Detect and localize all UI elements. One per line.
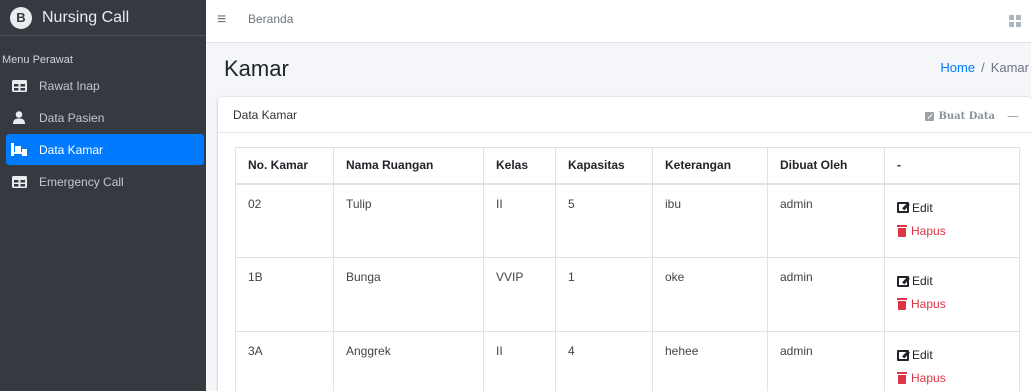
cell-dibuat-oleh: admin bbox=[767, 257, 885, 332]
card-header: Data Kamar Buat Data — bbox=[218, 97, 1031, 133]
create-data-button[interactable]: Buat Data bbox=[925, 111, 995, 122]
cell-kelas: II bbox=[483, 331, 556, 391]
column-header-no-kamar: No. Kamar bbox=[235, 147, 334, 185]
breadcrumb: Home / Kamar bbox=[940, 60, 1029, 75]
sidebar-item-label: Emergency Call bbox=[39, 174, 124, 189]
cell-keterangan: hehee bbox=[652, 331, 768, 391]
nav-link-beranda[interactable]: Beranda bbox=[248, 12, 293, 26]
breadcrumb-separator: / bbox=[981, 60, 985, 75]
trash-icon bbox=[897, 298, 907, 310]
table-row: 3A Anggrek II 4 hehee admin Edit Hapus bbox=[235, 331, 1020, 391]
edit-button[interactable]: Edit bbox=[897, 271, 1007, 291]
breadcrumb-current: Kamar bbox=[990, 60, 1029, 75]
data-kamar-card: Data Kamar Buat Data — No. Kamar Nama Ru… bbox=[218, 97, 1031, 391]
cell-nama-ruangan: Bunga bbox=[333, 257, 484, 332]
card-tools: Buat Data — bbox=[925, 109, 1019, 123]
column-header-dibuat-oleh: Dibuat Oleh bbox=[767, 147, 885, 185]
hamburger-icon[interactable]: ≡ bbox=[217, 11, 226, 29]
top-navbar: ≡ Beranda bbox=[206, 0, 1031, 43]
edit-icon bbox=[897, 275, 909, 287]
sidebar-item-emergency-call[interactable]: Emergency Call bbox=[6, 166, 204, 197]
trash-icon bbox=[897, 224, 907, 237]
cell-kelas: II bbox=[483, 183, 556, 258]
edit-button[interactable]: Edit bbox=[897, 345, 1007, 365]
brand-logo-icon: B bbox=[10, 6, 32, 29]
edit-label: Edit bbox=[912, 274, 933, 288]
cell-kapasitas: 5 bbox=[555, 183, 653, 258]
sidebar-item-data-pasien[interactable]: Data Pasien bbox=[6, 102, 204, 133]
cell-no-kamar: 1B bbox=[235, 257, 334, 332]
user-icon bbox=[11, 111, 27, 125]
edit-label: Edit bbox=[912, 200, 933, 215]
edit-label: Edit bbox=[912, 348, 933, 362]
column-header-kelas: Kelas bbox=[483, 147, 556, 185]
trash-icon bbox=[897, 372, 907, 384]
card-title: Data Kamar bbox=[233, 108, 298, 122]
column-header-nama-ruangan: Nama Ruangan bbox=[333, 147, 484, 185]
cell-nama-ruangan: Tulip bbox=[333, 183, 484, 258]
table-row: 1B Bunga VVIP 1 oke admin Edit Hapus bbox=[235, 257, 1020, 332]
cell-dibuat-oleh: admin bbox=[767, 331, 885, 391]
sidebar-item-data-kamar[interactable]: Data Kamar bbox=[6, 134, 204, 165]
grid-icon[interactable] bbox=[1009, 15, 1021, 27]
page-title: Kamar bbox=[224, 56, 289, 81]
delete-label: Hapus bbox=[911, 371, 946, 385]
table-header-row: No. Kamar Nama Ruangan Kelas Kapasitas K… bbox=[235, 147, 1020, 185]
cell-actions: Edit Hapus bbox=[884, 257, 1020, 332]
cell-keterangan: ibu bbox=[652, 183, 768, 258]
edit-square-icon bbox=[925, 111, 935, 121]
table-icon bbox=[11, 175, 27, 189]
cell-kapasitas: 1 bbox=[555, 257, 653, 332]
cell-actions: Edit Hapus bbox=[884, 331, 1020, 391]
collapse-button[interactable]: — bbox=[1007, 109, 1019, 123]
kamar-table: No. Kamar Nama Ruangan Kelas Kapasitas K… bbox=[235, 147, 1020, 391]
cell-nama-ruangan: Anggrek bbox=[333, 331, 484, 391]
brand-name: Nursing Call bbox=[42, 8, 130, 26]
column-header-actions: - bbox=[884, 147, 1020, 185]
edit-icon bbox=[897, 349, 909, 361]
cell-no-kamar: 3A bbox=[235, 331, 334, 391]
column-header-kapasitas: Kapasitas bbox=[555, 147, 653, 185]
sidebar-item-label: Data Kamar bbox=[39, 142, 104, 157]
sidebar-item-label: Data Pasien bbox=[39, 110, 105, 125]
column-header-keterangan: Keterangan bbox=[652, 147, 768, 185]
sidebar-item-label: Rawat Inap bbox=[39, 78, 100, 93]
table-row: 02 Tulip II 5 ibu admin Edit Hapus bbox=[235, 183, 1020, 258]
delete-button[interactable]: Hapus bbox=[897, 221, 1007, 241]
breadcrumb-home-link[interactable]: Home bbox=[940, 60, 975, 75]
edit-icon bbox=[897, 202, 909, 213]
brand-link[interactable]: B Nursing Call bbox=[0, 0, 206, 36]
cell-kelas: VVIP bbox=[483, 257, 556, 332]
edit-button[interactable]: Edit bbox=[897, 198, 1007, 218]
create-data-label: Buat Data bbox=[938, 110, 995, 122]
sidebar-item-rawat-inap[interactable]: Rawat Inap bbox=[6, 70, 204, 101]
delete-label: Hapus bbox=[911, 297, 946, 311]
table-icon bbox=[11, 79, 27, 93]
cell-keterangan: oke bbox=[652, 257, 768, 332]
delete-button[interactable]: Hapus bbox=[897, 294, 1007, 314]
cell-no-kamar: 02 bbox=[235, 183, 334, 258]
cell-actions: Edit Hapus bbox=[884, 183, 1020, 258]
bed-icon bbox=[11, 143, 27, 157]
cell-kapasitas: 4 bbox=[555, 331, 653, 391]
sidebar-menu-header: Menu Perawat bbox=[2, 54, 73, 66]
sidebar: B Nursing Call Menu Perawat Rawat Inap D… bbox=[0, 0, 206, 391]
delete-button[interactable]: Hapus bbox=[897, 368, 1007, 388]
cell-dibuat-oleh: admin bbox=[767, 183, 885, 258]
delete-label: Hapus bbox=[911, 223, 946, 238]
